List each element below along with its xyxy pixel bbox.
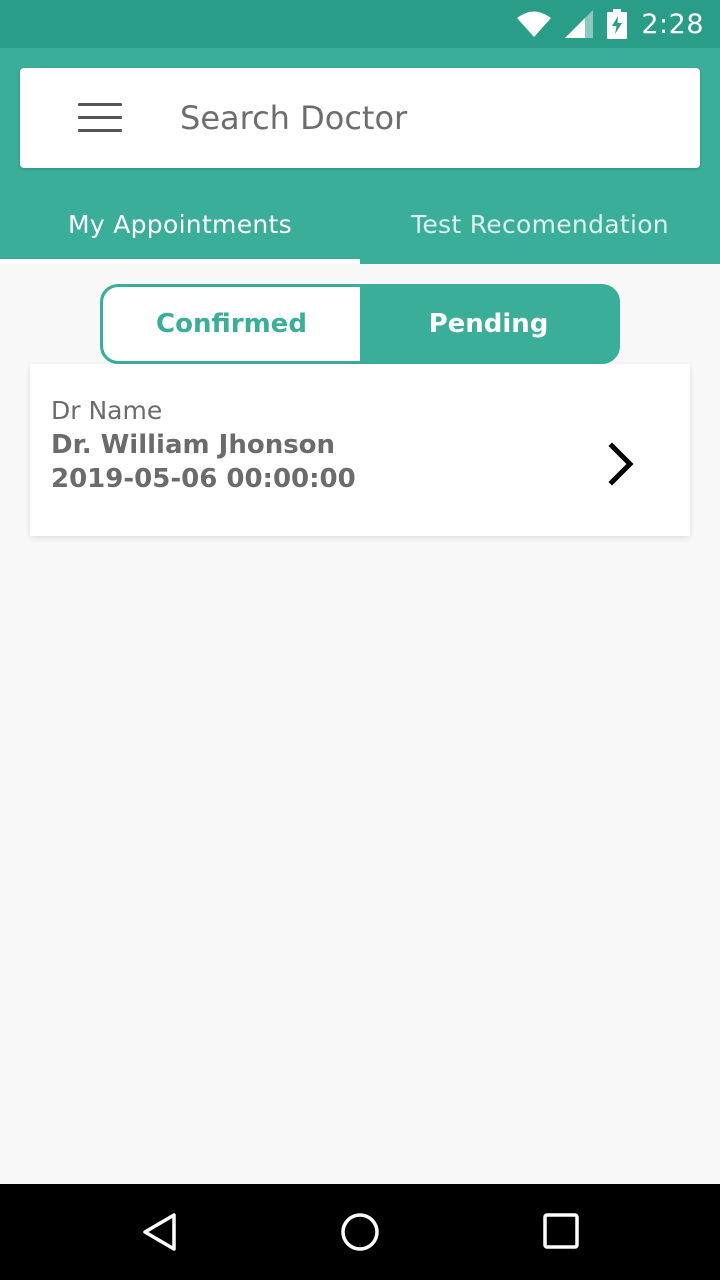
status-time: 2:28: [641, 8, 704, 40]
app-bar: My Appointments Test Recomendation: [0, 48, 720, 264]
home-icon[interactable]: [340, 1212, 380, 1252]
appointment-datetime: 2019-05-06 00:00:00: [51, 464, 356, 494]
chevron-right-icon[interactable]: [604, 442, 638, 486]
hamburger-menu-icon[interactable]: [78, 103, 122, 133]
tab-bar: My Appointments Test Recomendation: [0, 184, 720, 264]
tab-test-recomendation[interactable]: Test Recomendation: [360, 184, 720, 264]
search-bar: [20, 68, 700, 168]
status-toggle: Confirmed Pending: [100, 284, 620, 364]
signal-icon: [565, 10, 594, 38]
confirmed-button[interactable]: Confirmed: [103, 287, 360, 361]
system-nav-bar: [0, 1184, 720, 1280]
doctor-name: Dr. William Jhonson: [51, 430, 336, 460]
recents-icon[interactable]: [542, 1212, 582, 1252]
search-input[interactable]: [180, 88, 680, 148]
back-icon[interactable]: [140, 1212, 180, 1252]
battery-charging-icon: [607, 9, 628, 39]
wifi-icon: [517, 11, 552, 37]
doctor-name-label: Dr Name: [51, 396, 163, 425]
pending-button[interactable]: Pending: [360, 287, 617, 361]
tab-my-appointments[interactable]: My Appointments: [0, 184, 360, 264]
status-bar: 2:28: [0, 0, 720, 48]
appointment-card[interactable]: Dr Name Dr. William Jhonson 2019-05-06 0…: [30, 364, 690, 536]
